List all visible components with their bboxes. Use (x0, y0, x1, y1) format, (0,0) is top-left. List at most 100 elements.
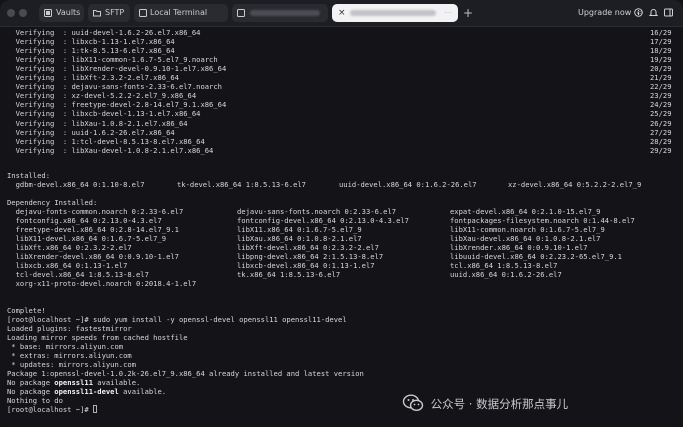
dependency-package: dejavu-sans-fonts.noarch 0:2.33-6.el7 (237, 207, 397, 216)
dependency-package: libxcb-devel.x86_64 0:1.13-1.el7 (237, 261, 375, 270)
title-bar: Vaults SFTP Local Terminal × ⋯ + Upgrade… (0, 0, 683, 27)
tab-label: Vaults (56, 8, 81, 17)
progress-count: 22/29 (650, 82, 672, 91)
dependency-package: tcl-devel.x86_64 1:8.5.13-8.el7 (7, 270, 149, 279)
output-line: Loaded plugins: fastestmirror (7, 324, 132, 333)
wechat-logo-icon (402, 394, 424, 412)
upgrade-label: Upgrade now (578, 8, 632, 17)
dependency-package: libXft-devel.x86_64 0:2.3.2-2.el7 (237, 243, 379, 252)
dependency-package: freetype-devel.x86_64 0:2.8-14.el7_9.1 (7, 225, 179, 234)
text: available. (118, 387, 167, 396)
text: available. (93, 378, 141, 387)
verifying-line: Verifying : 1:tk-8.5.13-6.el7.x86_64 (7, 46, 175, 55)
package-name: openssl11 (54, 378, 93, 387)
verifying-line: Verifying : libXrender-devel-0.9.10-1.el… (7, 64, 227, 73)
package-name: openssl11-devel (54, 387, 119, 396)
new-tab-button[interactable]: + (463, 5, 473, 21)
dependency-package: libXau.x86_64 0:1.0.8-2.1.el7 (237, 234, 362, 243)
terminal-icon (237, 9, 245, 17)
installed-package: gdbm-devel.x86_64 0:1.10-8.el7 (7, 180, 145, 189)
verifying-line: Verifying : libxcb-1.13-1.el7.x86_64 (7, 37, 175, 46)
dependency-package: expat-devel.x86_64 0:2.1.0-15.el7_9 (450, 207, 601, 216)
progress-count: 23/29 (650, 91, 672, 100)
verifying-line: Verifying : libxcb-devel-1.13-1.el7.x86_… (7, 109, 201, 118)
progress-count: 19/29 (650, 55, 672, 64)
dependency-package: tcl.x86_64 1:8.5.13-8.el7 (450, 261, 558, 270)
redacted-hostname (350, 10, 436, 16)
dependency-package: uuid.x86_64 0:1.6.2-26.el7 (450, 270, 562, 279)
progress-count: 18/29 (650, 46, 672, 55)
output-line: * extras: mirrors.aliyun.com (7, 351, 132, 360)
dependency-package: libX11.x86_64 0:1.6.7-5.el7_9 (237, 225, 362, 234)
verifying-line: Verifying : libXau-1.0.8-2.1.el7.x86_64 (7, 119, 188, 128)
tab-label: SFTP (105, 8, 125, 17)
progress-count: 28/29 (650, 137, 672, 146)
dependency-package: libX11-devel.x86_64 0:1.6.7-5.el7_9 (7, 234, 167, 243)
more-icon[interactable]: ⋯ (444, 4, 452, 22)
installed-package: tk-devel.x86_64 1:8.5.13-6.el7 (177, 180, 306, 189)
output-line: Package 1:openssl-devel-1.0.2k-26.el7_9.… (7, 369, 364, 378)
progress-count: 29/29 (650, 146, 672, 155)
progress-count: 16/29 (650, 28, 672, 37)
dependency-package: libXau-devel.x86_64 0:1.0.8-2.1.el7 (450, 234, 601, 243)
terminal-cursor (92, 405, 97, 413)
output-line: Nothing to do (7, 396, 63, 405)
output-line: No package openssl11 available. (7, 378, 140, 387)
output-line: No package openssl11-devel available. (7, 387, 166, 396)
text: No package (7, 387, 55, 396)
dependency-package: fontconfig-devel.x86_64 0:2.13.0-4.3.el7 (237, 216, 409, 225)
folder-icon (93, 10, 101, 17)
dependency-package: libXft.x86_64 0:2.3.2-2.el7 (7, 243, 132, 252)
progress-count: 21/29 (650, 73, 672, 82)
sidebar-toggle-icon[interactable] (664, 8, 673, 17)
dependency-package: libuuid-devel.x86_64 0:2.23.2-65.el7_9.1 (450, 252, 622, 261)
progress-count: 20/29 (650, 64, 672, 73)
window-close-button[interactable] (7, 9, 15, 17)
command-line: [root@localhost ~]# sudo yum install -y … (7, 315, 347, 324)
tab-remote-host-active[interactable]: × ⋯ (332, 4, 458, 22)
terminal-icon (139, 9, 147, 17)
dependency-package: xorg-x11-proto-devel.noarch 0:2018.4-1.e… (7, 279, 197, 288)
terminal-output[interactable]: Complete! [root@localhost ~]# sudo yum i… (0, 27, 683, 427)
progress-count: 25/29 (650, 109, 672, 118)
verifying-line: Verifying : xz-devel-5.2.2-2.el7_9.x86_6… (7, 91, 197, 100)
progress-count: 26/29 (650, 119, 672, 128)
installed-package: xz-devel.x86_64 0:5.2.2-2.el7_9 (508, 180, 642, 189)
verifying-line: Verifying : libXau-devel-1.0.8-2.1.el7.x… (7, 146, 214, 155)
dependency-package: dejavu-fonts-common.noarch 0:2.33-6.el7 (7, 207, 184, 216)
output-line: * updates: mirrors.aliyun.com (7, 360, 136, 369)
dependency-package: tk.x86_64 1:8.5.13-6.el7 (237, 270, 341, 279)
dependency-package: libpng-devel.x86_64 2:1.5.13-8.el7 (237, 252, 384, 261)
watermark-text: 公众号 · 数据分析那点事儿 (430, 397, 569, 411)
verifying-line: Verifying : uuid-devel-1.6.2-26.el7.x86_… (7, 28, 201, 37)
tab-sftp[interactable]: SFTP (88, 4, 130, 22)
progress-count: 24/29 (650, 100, 672, 109)
dependency-package: libXrender-devel.x86_64 0:0.9.10-1.el7 (7, 252, 179, 261)
tab-label: Local Terminal (150, 8, 208, 17)
progress-count: 17/29 (650, 37, 672, 46)
terminal-window: Vaults SFTP Local Terminal × ⋯ + Upgrade… (0, 0, 683, 427)
output-line: Loading mirror speeds from cached hostfi… (7, 333, 188, 342)
tab-vaults[interactable]: Vaults (39, 4, 84, 22)
prompt-line[interactable]: [root@localhost ~]# (7, 405, 97, 414)
tab-remote-host-1[interactable] (232, 4, 328, 22)
dependency-package: fontpackages-filesystem.noarch 0:1.44-8.… (450, 216, 635, 225)
dependency-package: libxcb.x86_64 0:1.13-1.el7 (7, 261, 128, 270)
window-minimize-button[interactable] (19, 9, 27, 17)
close-tab-icon[interactable]: × (338, 7, 346, 19)
info-icon[interactable] (634, 8, 643, 17)
progress-count: 27/29 (650, 128, 672, 137)
verifying-line: Verifying : libX11-common-1.6.7-5.el7_9.… (7, 55, 218, 64)
bell-icon[interactable] (649, 8, 658, 17)
verifying-line: Verifying : uuid-1.6.2-26.el7.x86_64 (7, 128, 175, 137)
watermark: 公众号 · 数据分析那点事儿 (402, 393, 568, 413)
installed-package: uuid-devel.x86_64 0:1.6.2-26.el7 (339, 180, 477, 189)
dependency-package: libXrender.x86_64 0:0.9.10-1.el7 (450, 243, 588, 252)
verifying-line: Verifying : libXft-2.3.2-2.el7.x86_64 (7, 73, 179, 82)
section-header: Dependency Installed: (7, 198, 98, 207)
section-header: Installed: (7, 171, 50, 180)
vault-icon (44, 9, 52, 17)
output-line: Complete! (7, 306, 46, 315)
tab-local-terminal[interactable]: Local Terminal (134, 4, 228, 22)
verifying-line: Verifying : freetype-devel-2.8-14.el7_9.… (7, 100, 227, 109)
